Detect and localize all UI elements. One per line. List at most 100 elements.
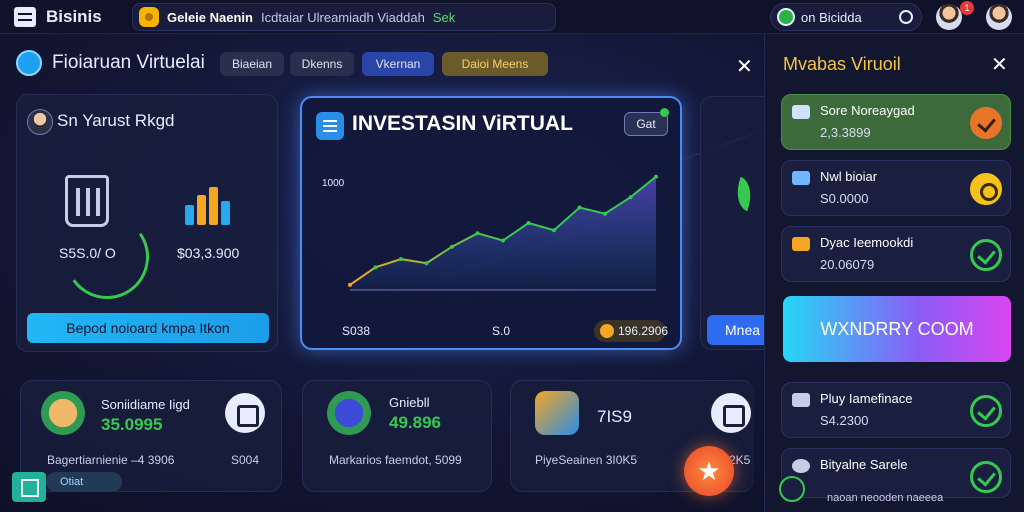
brand-icon	[16, 50, 42, 76]
panel-item-value: 2,3.3899	[820, 125, 871, 140]
music-icon[interactable]	[225, 393, 265, 433]
search-text-label: Icdtaiar Ulreamiadh Viaddah	[261, 10, 425, 25]
metric-left: S5S.0/ O	[59, 245, 116, 261]
data-point	[577, 205, 582, 210]
avatar-secondary[interactable]	[986, 4, 1012, 30]
panel-list-item[interactable]: Nwl bioiar S0.0000	[781, 160, 1011, 216]
bottom-chip[interactable]: Otiat	[46, 472, 122, 492]
avatar-icon	[41, 391, 85, 435]
stat-footnote-right: S004	[231, 453, 260, 467]
stat-footnote: Bagertiarnienie –4 3906	[47, 453, 175, 467]
coin-icon	[139, 7, 159, 27]
metric-right: $03,3.900	[177, 245, 240, 261]
data-point	[526, 221, 531, 225]
stat-footnote: Markarios faemdot, 5099	[329, 453, 462, 467]
data-point	[501, 238, 505, 243]
panel-item-label: Nwl bioiar	[820, 169, 878, 184]
page-title: Fioiaruan Virtuelai	[52, 52, 205, 73]
bar-chart-icon	[185, 179, 233, 225]
app-title: Bisinis	[46, 7, 102, 26]
data-point	[475, 231, 480, 236]
stat-footnote: PiyeSeainen 3I0K5	[535, 453, 638, 467]
chart-title: INVESTASIN ViRTUAL	[352, 112, 573, 135]
stat-title: Soniidiame Iigd	[101, 397, 190, 412]
user-chip-label: on Bicidda	[801, 10, 862, 25]
building-icon	[792, 393, 810, 407]
data-point	[654, 174, 658, 179]
x-mid-label: S.0	[492, 324, 511, 338]
panel-list-item[interactable]: Pluy Iamefinace S4.2300	[781, 382, 1011, 438]
arrow-down-icon	[792, 237, 810, 251]
avatar	[27, 109, 53, 135]
leaf-icon	[730, 176, 758, 212]
right-panel: Mvabas Viruoil ✕ Sore Noreaygad 2,3.3899…	[764, 34, 1024, 512]
panel-title: Mvabas Viruoil	[783, 54, 901, 74]
tab-vkernan[interactable]: Vkernan	[362, 52, 434, 76]
stat-value: 35.0995	[101, 415, 163, 434]
check-icon[interactable]	[970, 395, 1002, 427]
chart-card: INVESTASIN ViRTUAL Gat 1000 S038 S.0 196…	[300, 96, 682, 350]
y-tick-label: 1000	[322, 178, 345, 189]
close-icon[interactable]: ✕	[991, 52, 1008, 77]
heart-icon[interactable]	[970, 173, 1002, 205]
top-bar: Bisinis Geleie Naenin Icdtaiar Ulreamiad…	[0, 0, 1024, 34]
stat-value: 49.896	[389, 413, 441, 432]
check-icon[interactable]	[970, 107, 1002, 139]
promo-banner[interactable]: WXNDRRY COOM	[783, 296, 1011, 362]
data-point	[399, 257, 403, 262]
stat-title: Gniebll	[389, 395, 430, 410]
avatar-icon	[327, 391, 371, 435]
check-icon[interactable]	[970, 239, 1002, 271]
panel-item-value: 20.06079	[820, 257, 875, 272]
tab-dkenns[interactable]: Dkenns	[290, 52, 354, 76]
total-chip: 196.2906	[594, 320, 668, 342]
list-icon	[316, 112, 344, 140]
data-point	[424, 261, 429, 266]
panel-item-value: S4.2300	[820, 413, 869, 428]
panel-item-label: Pluy Iamefinace	[820, 391, 913, 406]
peek-card: Mnea	[700, 96, 764, 350]
profile-card: Sn Yarust Rkgd S5S.0/ O $03,3.900 Bepod …	[16, 94, 278, 352]
check-icon[interactable]	[970, 461, 1002, 493]
profile-name: Sn Yarust Rkgd	[57, 111, 175, 130]
power-icon[interactable]	[899, 10, 913, 24]
chart-area	[350, 176, 656, 290]
panel-footer-text: naoan neooden naeeea	[827, 492, 944, 504]
star-fab-button[interactable]: ★	[684, 446, 734, 496]
arrow-down-icon	[792, 171, 810, 185]
cloud-icon	[792, 459, 810, 473]
panel-list-item[interactable]: Dyac Ieemookdi 20.06079	[781, 226, 1011, 282]
close-icon[interactable]: ✕	[736, 54, 753, 79]
panel-list-item[interactable]: Sore Noreaygad 2,3.3899	[781, 94, 1011, 150]
stat-card[interactable]: Gniebll 49.896 Markarios faemdot, 5099	[302, 380, 492, 492]
clock-icon[interactable]	[779, 476, 805, 502]
layout-icon[interactable]	[12, 472, 46, 502]
x-start-label: S038	[342, 324, 371, 338]
peek-button[interactable]: Mnea	[707, 315, 764, 345]
data-point	[628, 195, 633, 200]
data-point	[348, 282, 352, 287]
shield-icon	[792, 105, 810, 119]
line-chart	[348, 174, 658, 291]
globe-icon	[777, 8, 795, 26]
search-bar[interactable]: Geleie Naenin Icdtaiar Ulreamiadh Viadda…	[132, 3, 556, 31]
status-dot	[660, 108, 669, 117]
app-icon	[535, 391, 579, 435]
panel-list-item[interactable]: Bityalne Sarele	[781, 448, 1011, 498]
avatar[interactable]	[936, 4, 962, 30]
search-accent: Sek	[432, 10, 456, 25]
tab-biaeian[interactable]: Biaeian	[220, 52, 284, 76]
monitor-icon[interactable]	[711, 393, 751, 433]
stat-title: 7IS9	[597, 407, 632, 426]
data-point	[373, 265, 378, 270]
cta-button[interactable]: Bepod noioard kmpa Itkon	[27, 313, 269, 343]
user-chip[interactable]: on Bicidda	[770, 3, 922, 31]
panel-item-value: S0.0000	[820, 191, 869, 206]
main-header: Fioiaruan Virtuelai Biaeian Dkenns Vkern…	[14, 48, 754, 78]
menu-icon[interactable]	[14, 7, 36, 27]
notification-badge: 1	[960, 1, 974, 15]
tab-daioi-meens[interactable]: Daioi Meens	[442, 52, 548, 76]
panel-item-label: Dyac Ieemookdi	[820, 235, 914, 250]
search-chip[interactable]: Geleie Naenin	[167, 10, 253, 25]
search-text: Icdtaiar Ulreamiadh Viaddah Sek	[261, 10, 455, 25]
